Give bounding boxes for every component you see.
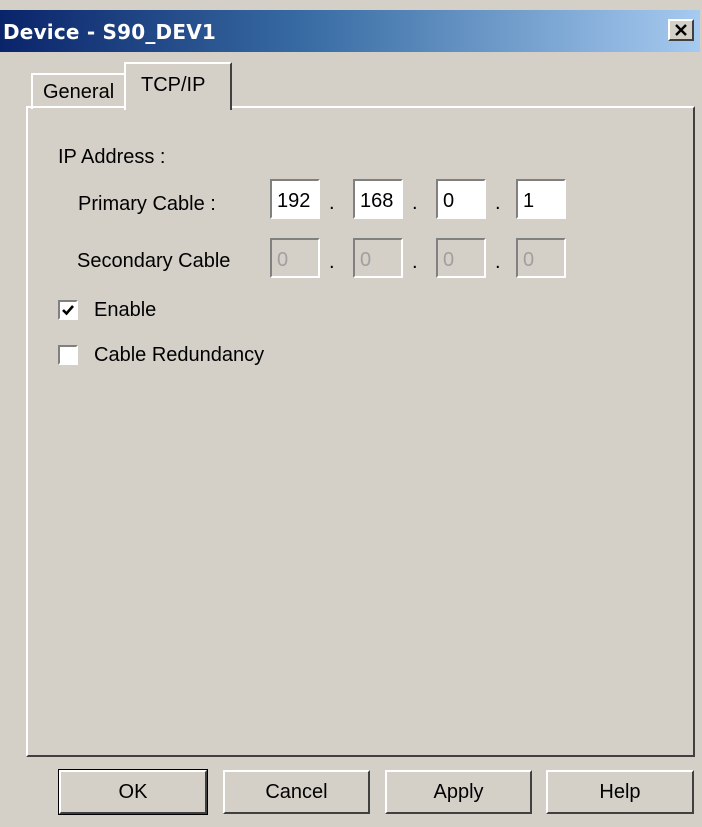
ip-separator: . — [495, 192, 501, 214]
enable-checkbox[interactable] — [58, 300, 78, 320]
tab-tcpip-label: TCP/IP — [141, 74, 206, 96]
tab-general[interactable]: General — [31, 73, 128, 109]
tcpip-tab-panel: IP Address : Primary Cable : . . . Secon… — [26, 106, 695, 757]
tab-tcpip[interactable]: TCP/IP — [124, 62, 232, 110]
title-bar[interactable]: Device - S90_DEV1 — [0, 10, 700, 52]
cancel-button[interactable]: Cancel — [223, 770, 370, 814]
secondary-ip-octet-3 — [436, 238, 486, 278]
apply-button[interactable]: Apply — [385, 770, 532, 814]
primary-ip-octet-2[interactable] — [353, 179, 403, 219]
cable-redundancy-checkbox[interactable] — [58, 345, 78, 365]
primary-ip-octet-4[interactable] — [516, 179, 566, 219]
primary-cable-label: Primary Cable : — [78, 193, 216, 215]
ip-separator: . — [412, 192, 418, 214]
secondary-ip-octet-1 — [270, 238, 320, 278]
device-dialog: Device - S90_DEV1 General TCP/IP IP Addr… — [0, 0, 702, 827]
ip-separator: . — [329, 192, 335, 214]
help-button[interactable]: Help — [546, 770, 694, 814]
primary-ip-octet-3[interactable] — [436, 179, 486, 219]
checkmark-icon — [62, 305, 74, 316]
ip-address-heading: IP Address : — [58, 146, 166, 168]
ip-separator: . — [495, 251, 501, 273]
cable-redundancy-label[interactable]: Cable Redundancy — [94, 344, 264, 367]
ip-separator: . — [412, 251, 418, 273]
tab-general-label: General — [43, 81, 115, 103]
enable-label[interactable]: Enable — [94, 299, 156, 322]
secondary-ip-octet-4 — [516, 238, 566, 278]
secondary-cable-label: Secondary Cable — [77, 250, 231, 272]
ok-button[interactable]: OK — [58, 769, 208, 815]
ip-separator: . — [329, 251, 335, 273]
window-title: Device - S90_DEV1 — [3, 20, 216, 44]
close-icon — [675, 24, 687, 36]
close-button[interactable] — [668, 19, 694, 41]
secondary-ip-octet-2 — [353, 238, 403, 278]
primary-ip-octet-1[interactable] — [270, 179, 320, 219]
